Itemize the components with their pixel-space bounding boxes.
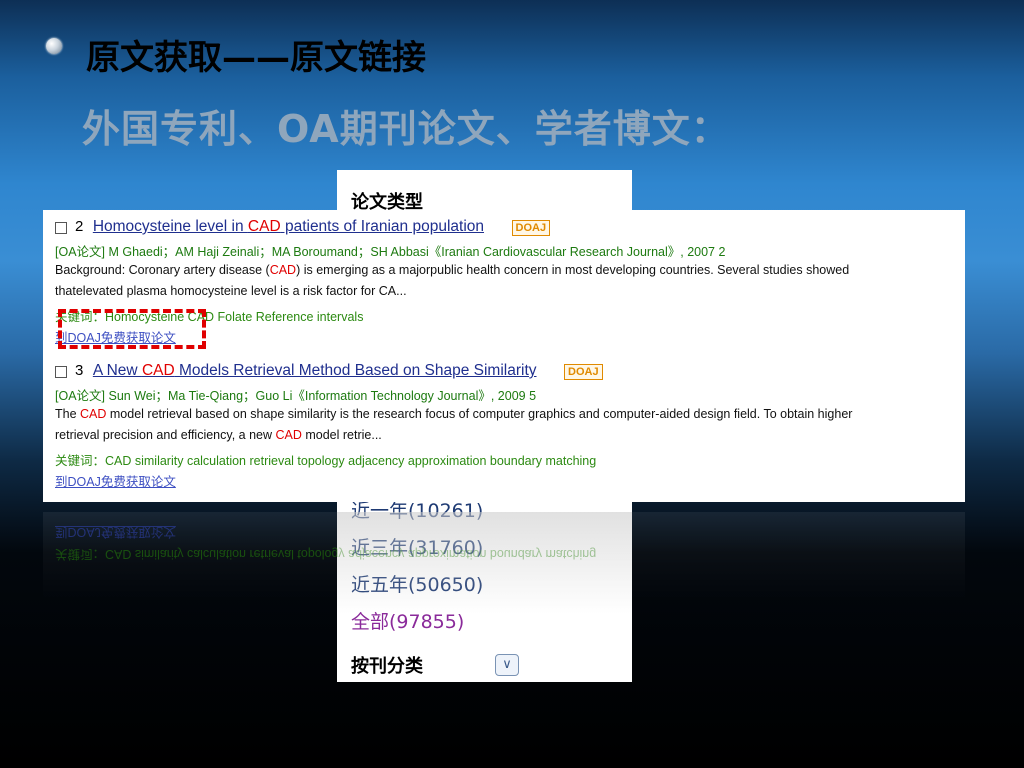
- abstract-text: ) is emerging as a majorpublic health co…: [296, 263, 850, 277]
- result-abstract: Background: Coronary artery disease (CAD…: [55, 263, 849, 277]
- result-meta: [OA论文] M Ghaedi；AM Haji Zeinali；MA Borou…: [55, 245, 726, 259]
- abstract-text: model retrieval based on shape similarit…: [106, 407, 853, 421]
- result-abstract-line2: thatelevated plasma homocysteine level i…: [55, 284, 407, 298]
- abstract-highlight: CAD: [275, 428, 302, 442]
- abstract-text: retrieval precision and efficiency, a ne…: [55, 428, 276, 442]
- sidebar-item-5years[interactable]: 近五年(50650): [351, 570, 483, 597]
- result-checkbox[interactable]: [55, 221, 67, 234]
- title-text: patients of Iranian population: [280, 218, 485, 235]
- doaj-badge: DOAJ: [511, 219, 551, 236]
- title-text: A New: [92, 362, 142, 379]
- title-highlight: CAD: [141, 362, 175, 379]
- expand-chevron-icon[interactable]: ∨: [495, 654, 519, 676]
- doaj-badge: DOAJ: [564, 363, 603, 380]
- abstract-highlight: CAD: [80, 407, 107, 421]
- search-results-panel: 2 Homocysteine level in CAD patients of …: [43, 210, 965, 502]
- slide-title: 原文获取——原文链接: [86, 38, 426, 78]
- result-meta: [OA论文] Sun Wei；Ma Tie-Qiang；Guo Li《Infor…: [55, 389, 537, 403]
- slide-subtitle: 外国专利、OA期刊论文、学者博文：: [82, 107, 730, 151]
- result-title-link[interactable]: A New CAD Models Retrieval Method Based …: [93, 362, 537, 379]
- abstract-text: model retrie...: [301, 428, 382, 442]
- sidebar-item-all[interactable]: 全部(97855): [351, 607, 464, 634]
- result-number: 3: [75, 362, 84, 379]
- sidebar-item-3years[interactable]: 近三年(31760): [351, 533, 483, 560]
- result-abstract: The CAD model retrieval based on shape s…: [55, 407, 852, 421]
- result-number: 2: [75, 218, 84, 235]
- title-text: Models Retrieval Method Based on Shape S…: [174, 362, 537, 379]
- abstract-highlight: CAD: [269, 263, 297, 277]
- result-keywords: 关键词：CAD similarity calculation retrieval…: [55, 454, 597, 468]
- title-highlight: CAD: [247, 218, 281, 235]
- abstract-text: Background: Coronary artery disease (: [55, 263, 270, 277]
- highlight-box: [58, 309, 206, 349]
- result-title-row: 3 A New CAD Models Retrieval Method Base…: [55, 362, 603, 380]
- sidebar-journal-category: 按刊分类: [351, 656, 423, 677]
- reflection-link: 到DOAJ免费获取论文: [55, 525, 176, 539]
- result-checkbox[interactable]: [55, 365, 67, 378]
- doaj-fulltext-link[interactable]: 到DOAJ免费获取论文: [55, 471, 176, 490]
- title-text: Homocysteine level in: [92, 218, 248, 235]
- result-title-row: 2 Homocysteine level in CAD patients of …: [55, 218, 551, 236]
- bullet-icon: [46, 38, 62, 54]
- abstract-text: The: [55, 407, 81, 421]
- result-abstract-line2: retrieval precision and efficiency, a ne…: [55, 428, 382, 442]
- result-title-link[interactable]: Homocysteine level in CAD patients of Ir…: [93, 218, 484, 235]
